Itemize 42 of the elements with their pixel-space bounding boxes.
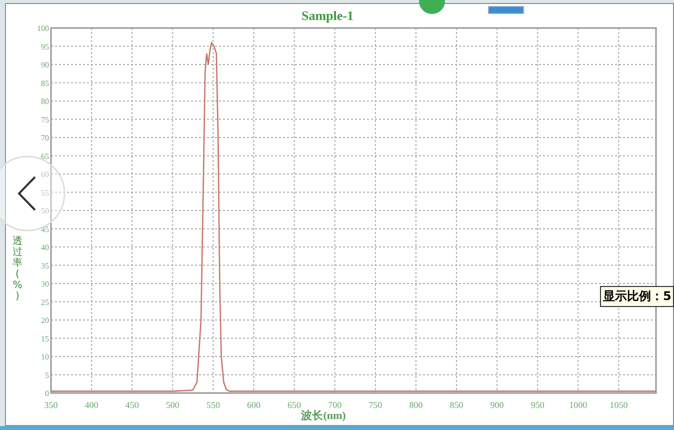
- y-tick-label: 25: [41, 298, 49, 307]
- y-tick-label: 75: [41, 115, 49, 124]
- progress-indicator-icon: [488, 6, 524, 14]
- y-tick-label: 55: [41, 188, 49, 198]
- y-tick-label: 35: [41, 261, 49, 270]
- chart-title: Sample-1: [302, 8, 354, 24]
- x-tick-label: 900: [490, 400, 504, 410]
- x-tick-label: 450: [125, 400, 139, 410]
- y-tick-label: 50: [41, 206, 49, 216]
- x-tick-label: 1000: [569, 400, 588, 410]
- y-tick-label: 0: [45, 389, 49, 398]
- x-tick-label: 750: [368, 400, 382, 410]
- x-tick-label: 650: [288, 400, 302, 410]
- x-axis-label: 波长(nm): [301, 410, 346, 422]
- x-tick-label: 950: [530, 400, 544, 410]
- y-tick-label: 10: [41, 352, 49, 362]
- y-axis-label: 透过率(%): [12, 236, 22, 302]
- y-tick-label: 15: [41, 334, 49, 344]
- x-tick-label: 850: [450, 400, 464, 410]
- x-tick-label: 1050: [610, 400, 628, 410]
- x-tick-label: 400: [84, 400, 98, 410]
- y-tick-label: 5: [45, 370, 49, 380]
- y-tick-label: 90: [41, 60, 49, 70]
- previous-button[interactable]: [0, 155, 66, 232]
- y-tick-label: 95: [41, 42, 49, 52]
- y-tick-label: 30: [41, 280, 49, 288]
- x-tick-label: 600: [247, 400, 260, 410]
- y-tick-label: 80: [41, 97, 49, 106]
- y-tick-label: 85: [41, 78, 49, 88]
- y-tick-label: 40: [41, 243, 49, 252]
- x-tick-label: 800: [409, 400, 423, 410]
- x-tick-label: 550: [206, 400, 220, 410]
- y-tick-label: 20: [41, 316, 49, 325]
- y-tick-label: 60: [41, 170, 49, 179]
- y-tick-label: 65: [41, 152, 49, 161]
- x-tick-label: 500: [166, 400, 180, 410]
- x-tick-label: 700: [328, 400, 342, 410]
- y-tick-label: 100: [37, 24, 49, 33]
- zoom-tooltip: 显示比例：5: [600, 286, 674, 307]
- x-tick-label: 350: [44, 400, 58, 410]
- y-tick-label: 70: [41, 134, 49, 142]
- y-tick-label: 45: [41, 224, 49, 234]
